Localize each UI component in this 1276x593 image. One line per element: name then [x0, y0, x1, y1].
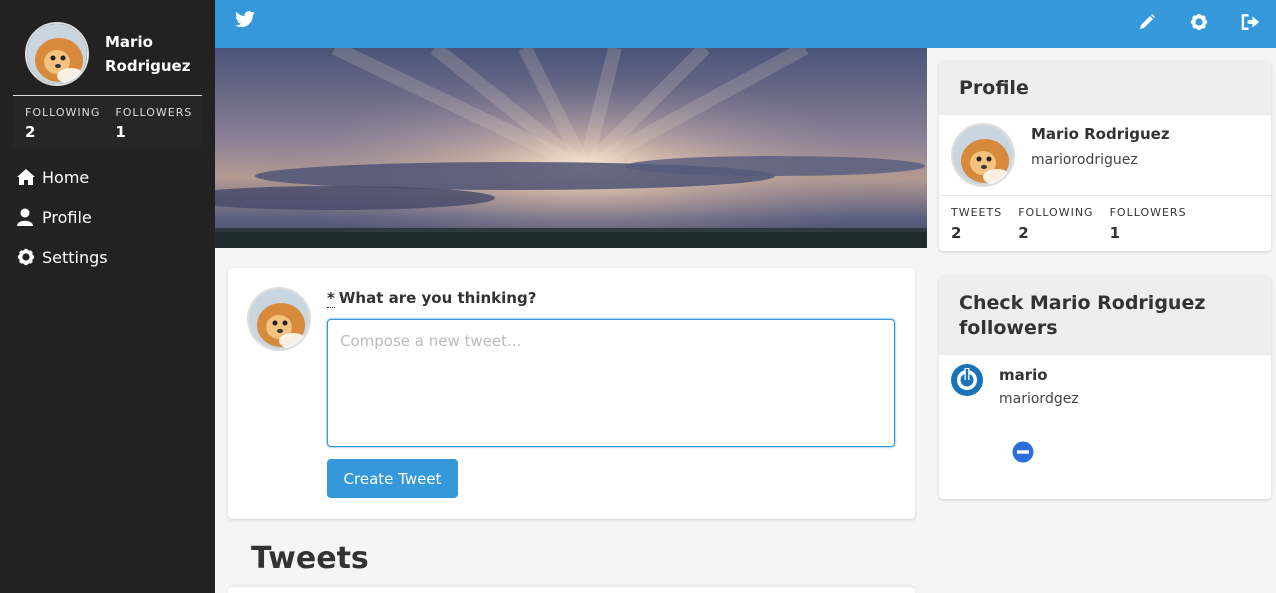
- sidebar-stats: FOLLOWING 2 FOLLOWERS 1: [13, 96, 202, 147]
- profile-handle: mariorodriguez: [1031, 152, 1138, 168]
- followers-card-title: Check Mario Rodriguez followers: [939, 276, 1271, 355]
- tweets-heading: Tweets: [251, 541, 369, 576]
- stat-value: 2: [1018, 224, 1029, 242]
- profile-stat-tweets[interactable]: TWEETS 2: [951, 206, 1002, 242]
- gear-icon: [17, 248, 35, 266]
- stat-label: FOLLOWERS: [115, 106, 193, 119]
- power-icon: [951, 364, 983, 396]
- sidebar: Mario Rodriguez FOLLOWING 2 FOLLOWERS 1 …: [0, 0, 215, 593]
- sidebar-nav: Home Profile Settings: [0, 157, 215, 277]
- avatar: [247, 287, 311, 351]
- tweet-input[interactable]: [327, 319, 895, 447]
- create-tweet-button[interactable]: Create Tweet: [327, 459, 458, 498]
- stat-value: 1: [115, 123, 126, 141]
- follower-avatar[interactable]: [951, 364, 983, 396]
- profile-card-title: Profile: [939, 61, 1271, 115]
- sidebar-stat-following[interactable]: FOLLOWING 2: [25, 106, 100, 141]
- sidebar-stat-followers[interactable]: FOLLOWERS 1: [115, 106, 192, 141]
- profile-stat-followers[interactable]: FOLLOWERS 1: [1110, 206, 1187, 242]
- stat-value: 2: [25, 123, 36, 141]
- follower-handle: mariordgez: [999, 391, 1079, 407]
- stat-value: 1: [1109, 224, 1121, 242]
- compose-label: * What are you thinking?: [327, 289, 537, 308]
- sidebar-profile: Mario Rodriguez FOLLOWING 2 FOLLOWERS 1: [0, 0, 215, 147]
- profile-stat-following[interactable]: FOLLOWING 2: [1018, 206, 1093, 242]
- sidebar-profile-header: Mario Rodriguez: [13, 22, 202, 96]
- sidebar-item-label: Settings: [42, 247, 108, 267]
- home-icon: [17, 169, 35, 185]
- sidebar-user-name: Mario Rodriguez: [105, 30, 195, 78]
- stat-label: TWEETS: [951, 206, 1003, 219]
- sidebar-item-profile[interactable]: Profile: [0, 197, 215, 237]
- sidebar-item-home[interactable]: Home: [0, 157, 215, 197]
- compose-label-text: What are you thinking?: [338, 289, 537, 307]
- avatar[interactable]: [25, 22, 89, 86]
- sidebar-item-label: Profile: [42, 207, 92, 227]
- remove-follower-icon[interactable]: [1012, 441, 1034, 463]
- profile-card: Profile Mario Rodriguez mariorodriguez T…: [939, 61, 1271, 251]
- stat-label: FOLLOWERS: [1109, 206, 1187, 219]
- sidebar-user-first-name: Mario: [105, 33, 153, 51]
- profile-name[interactable]: Mario Rodriguez: [1031, 125, 1170, 143]
- sidebar-user-last-name: Rodriguez: [105, 57, 191, 75]
- stat-label: FOLLOWING: [25, 106, 101, 119]
- follower-name[interactable]: mario: [999, 366, 1048, 384]
- stat-label: FOLLOWING: [1018, 206, 1094, 219]
- followers-card: Check Mario Rodriguez followers mario ma…: [939, 276, 1271, 499]
- profile-stats: TWEETS 2 FOLLOWING 2 FOLLOWERS 1: [939, 195, 1271, 251]
- tweets-list: [228, 587, 915, 593]
- gear-icon[interactable]: [1190, 13, 1208, 31]
- compose-tweet-card: *What are you thinking? Create Tweet: [228, 268, 915, 519]
- avatar[interactable]: [951, 123, 1015, 187]
- top-navbar: [215, 0, 1276, 48]
- sign-out-icon[interactable]: [1241, 13, 1260, 31]
- sidebar-item-label: Home: [42, 167, 90, 187]
- user-icon: [17, 208, 33, 226]
- pencil-icon[interactable]: [1138, 13, 1156, 31]
- sidebar-item-settings[interactable]: Settings: [0, 237, 215, 277]
- twitter-bird-icon[interactable]: [234, 11, 256, 29]
- required-marker: *: [327, 289, 335, 308]
- stat-value: 2: [951, 224, 962, 242]
- cover-image: [215, 48, 927, 248]
